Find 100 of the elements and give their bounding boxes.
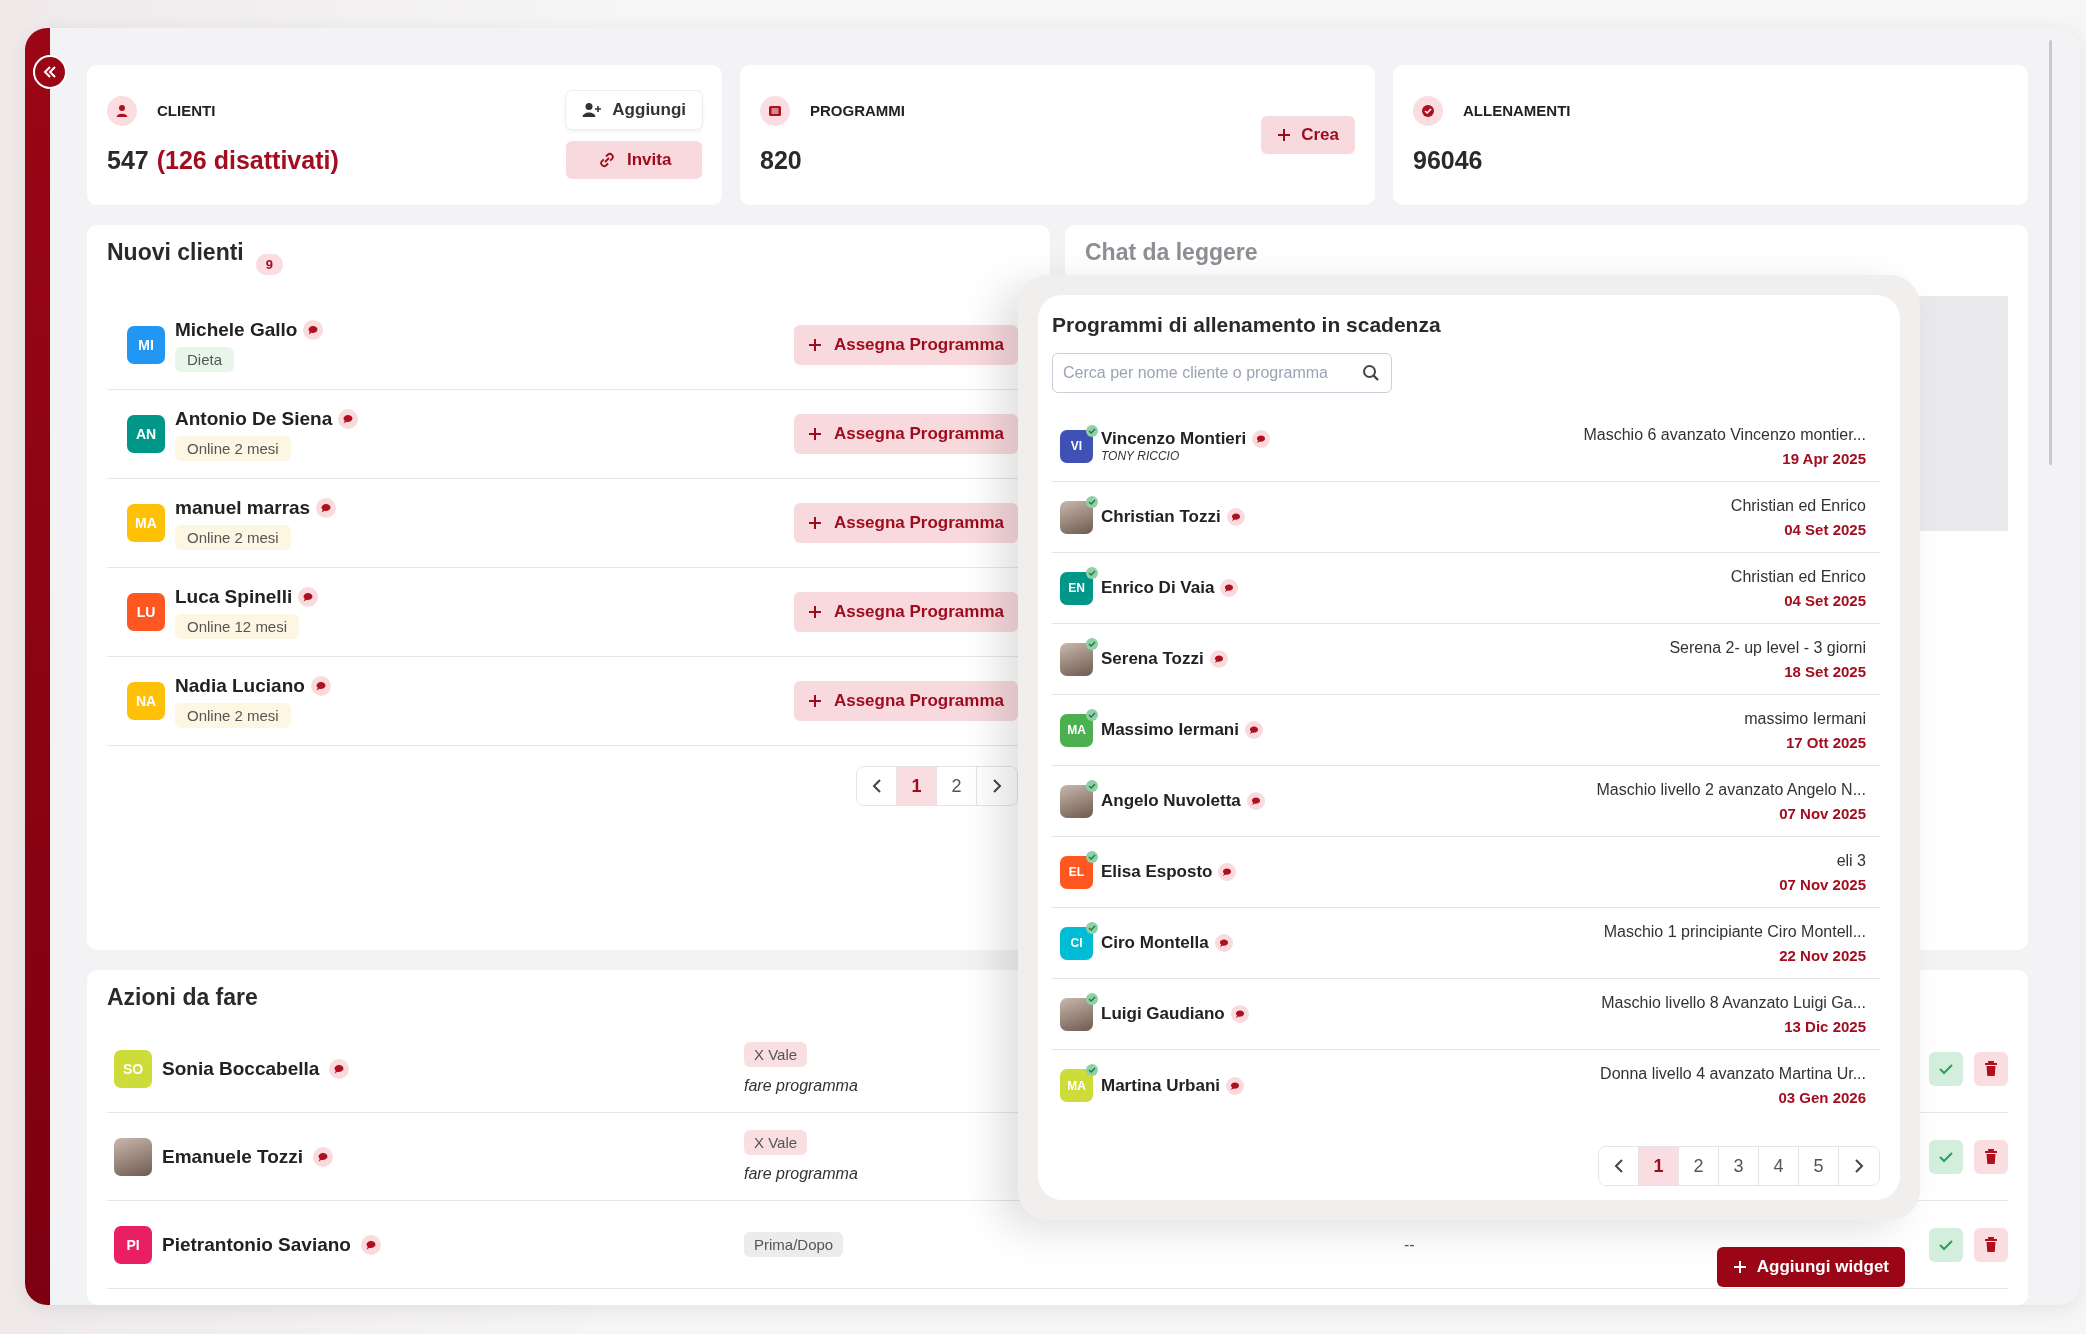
program-name: eli 3 xyxy=(1836,851,1866,870)
client-name[interactable]: Nadia Luciano xyxy=(175,674,305,697)
chat-icon[interactable] xyxy=(1218,863,1237,881)
invite-button[interactable]: Invita xyxy=(566,141,702,179)
trash-icon xyxy=(1984,1060,1998,1077)
add-client-button[interactable]: Aggiungi xyxy=(566,91,702,129)
avatar: CI xyxy=(1060,926,1093,960)
client-name[interactable]: Sonia Boccabella xyxy=(162,1057,320,1080)
chat-icon[interactable] xyxy=(1226,508,1245,526)
chevron-left-icon xyxy=(871,779,882,793)
previous-page-button[interactable] xyxy=(857,767,897,805)
chat-icon[interactable] xyxy=(338,408,359,429)
assign-program-button[interactable]: Assegna Programma xyxy=(793,414,1018,454)
avatar: EN xyxy=(1060,571,1093,605)
stat-label: ALLENAMENTI xyxy=(1463,102,1571,119)
chat-icon[interactable] xyxy=(313,1146,334,1167)
program-name: Donna livello 4 avanzato Martina Ur... xyxy=(1600,1065,1866,1083)
client-name[interactable]: Enrico Di Vaia xyxy=(1101,578,1215,598)
done-button[interactable] xyxy=(1929,1227,1963,1262)
previous-page-button[interactable] xyxy=(1599,1147,1639,1185)
client-name[interactable]: Massimo Iermani xyxy=(1101,720,1239,740)
panel-title: Nuovi clienti xyxy=(107,239,244,266)
stat-label: CLIENTI xyxy=(157,102,216,119)
stat-value: 547 xyxy=(107,145,149,175)
client-name[interactable]: Luca Spinelli xyxy=(175,585,293,608)
chat-icon[interactable] xyxy=(329,1058,350,1079)
client-name[interactable]: Martina Urbani xyxy=(1101,1075,1221,1096)
chat-icon[interactable] xyxy=(310,675,331,696)
chat-icon[interactable] xyxy=(316,497,337,518)
done-button[interactable] xyxy=(1929,1051,1963,1086)
plus-icon xyxy=(1732,1260,1747,1274)
delete-button[interactable] xyxy=(1974,1051,2008,1086)
chat-icon[interactable] xyxy=(1220,579,1239,597)
search-field[interactable]: Cerca per nome cliente o programma xyxy=(1052,353,1392,393)
client-name[interactable]: Serena Tozzi xyxy=(1101,649,1204,669)
chat-icon[interactable] xyxy=(1214,934,1233,952)
avatar: NA xyxy=(127,682,165,720)
client-name[interactable]: Michele Gallo xyxy=(175,318,298,341)
chat-icon[interactable] xyxy=(1230,1005,1249,1023)
plus-icon xyxy=(807,427,822,441)
client-name[interactable]: Pietrantonio Saviano xyxy=(162,1233,351,1256)
checkmark-icon xyxy=(1938,1237,1954,1252)
expiry-date: 03 Gen 2026 xyxy=(1778,1089,1866,1106)
chat-icon[interactable] xyxy=(1246,792,1265,810)
program-name: Christian ed Enrico xyxy=(1730,567,1866,586)
delete-button[interactable] xyxy=(1974,1227,2008,1262)
client-name[interactable]: Emanuele Tozzi xyxy=(162,1145,304,1168)
chat-icon[interactable] xyxy=(361,1234,381,1255)
client-name[interactable]: Vincenzo Montieri xyxy=(1101,429,1247,449)
avatar: MI xyxy=(127,326,165,364)
page-button[interactable]: 1 xyxy=(897,767,937,805)
client-name[interactable]: Luigi Gaudiano xyxy=(1101,1004,1225,1024)
avatar: PI xyxy=(114,1225,152,1264)
stat-label: PROGRAMMI xyxy=(810,102,905,119)
chat-icon[interactable] xyxy=(1226,1076,1245,1095)
photo-placeholder xyxy=(114,1137,152,1176)
collapse-sidebar-button[interactable] xyxy=(33,55,67,89)
plan-tag: Online 12 mesi xyxy=(175,613,300,639)
assign-program-button[interactable]: Assegna Programma xyxy=(793,325,1018,365)
expiry-date: 04 Set 2025 xyxy=(1784,520,1866,538)
page-button[interactable]: 1 xyxy=(1639,1147,1679,1185)
done-button[interactable] xyxy=(1929,1139,1963,1174)
create-button[interactable]: Crea xyxy=(1261,116,1355,154)
program-name: Christian ed Enrico xyxy=(1730,496,1866,515)
assign-program-button[interactable]: Assegna Programma xyxy=(793,681,1018,721)
avatar: SO xyxy=(114,1049,152,1088)
plan-tag: Online 2 mesi xyxy=(175,524,291,550)
plan-tag: Dieta xyxy=(175,346,235,372)
chat-icon[interactable] xyxy=(1209,650,1228,668)
trash-icon xyxy=(1984,1236,1998,1253)
client-name[interactable]: Angelo Nuvoletta xyxy=(1101,791,1241,811)
avatar: EL xyxy=(1060,855,1093,889)
inactive-count: (126 disattivati) xyxy=(156,145,339,175)
expiry-date: 13 Dic 2025 xyxy=(1784,1017,1866,1035)
client-name[interactable]: Elisa Esposto xyxy=(1101,862,1213,882)
program-name: massimo Iermani xyxy=(1744,709,1866,728)
client-name[interactable]: Ciro Montella xyxy=(1101,933,1209,953)
plan-tag: Online 2 mesi xyxy=(175,435,291,461)
checkmark-icon xyxy=(1938,1149,1954,1164)
assign-program-button[interactable]: Assegna Programma xyxy=(793,592,1018,632)
chat-icon[interactable] xyxy=(303,319,324,340)
photo-placeholder xyxy=(1060,784,1093,818)
chat-icon[interactable] xyxy=(298,586,319,607)
plus-icon xyxy=(807,338,822,352)
chat-icon[interactable] xyxy=(1244,721,1263,739)
task-value: -- xyxy=(1404,1235,1415,1253)
assignee-tag: Prima/Dopo xyxy=(744,1232,844,1257)
delete-button[interactable] xyxy=(1974,1139,2008,1174)
client-name[interactable]: manuel marras xyxy=(175,496,311,519)
scrollbar-thumb[interactable] xyxy=(2049,40,2052,465)
assign-program-button[interactable]: Assegna Programma xyxy=(793,503,1018,543)
program-name: Maschio 6 avanzato Vincenzo montier... xyxy=(1583,425,1866,444)
chevron-right-icon xyxy=(992,779,1002,793)
add-widget-button[interactable]: Aggiungi widget xyxy=(1716,1247,1905,1287)
client-name[interactable]: Christian Tozzi xyxy=(1101,507,1221,527)
program-name: Serena 2- up level - 3 giorni xyxy=(1669,638,1866,657)
client-name[interactable]: Antonio De Siena xyxy=(175,407,333,430)
avatar: MA xyxy=(127,504,165,542)
assignee-tag: X Vale xyxy=(744,1042,808,1067)
chat-icon[interactable] xyxy=(1252,430,1271,448)
